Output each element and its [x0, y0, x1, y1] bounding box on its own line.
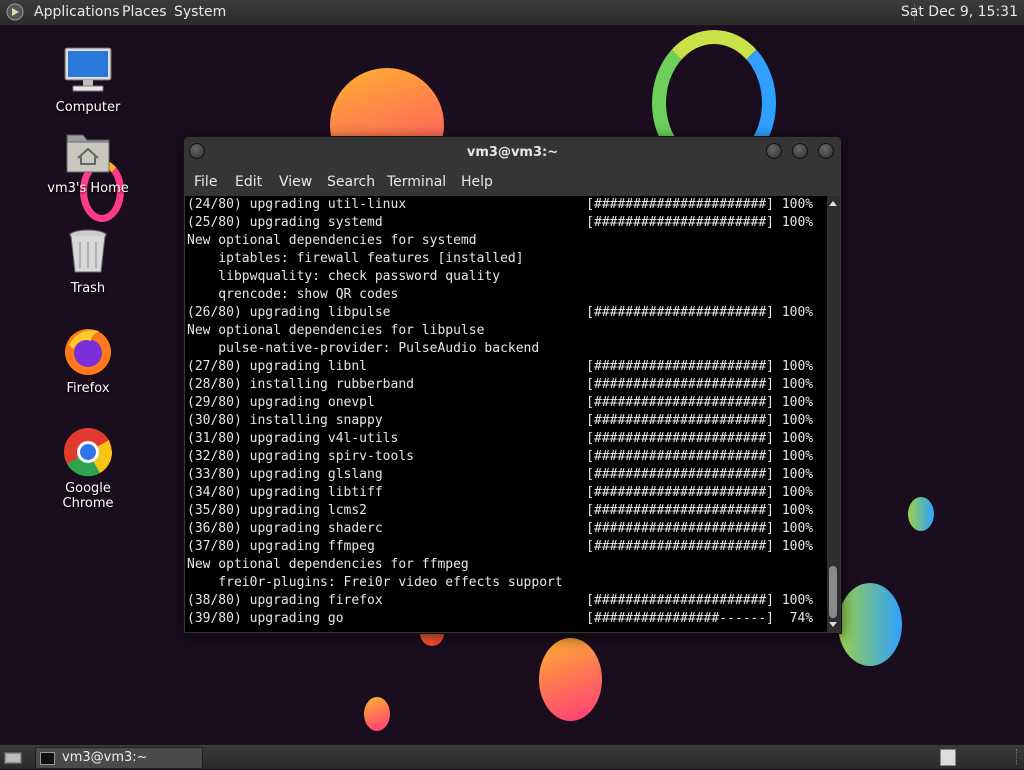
terminal-line: (29/80) upgrading onevpl [##############… — [187, 395, 814, 410]
terminal-line: (39/80) upgrading go [################--… — [187, 611, 814, 626]
wallpaper-blob-bottom — [539, 638, 602, 721]
terminal-line: pulse-native-provider: PulseAudio backen… — [187, 341, 540, 356]
clock[interactable]: Sat Dec 9, 15:31 — [901, 4, 1018, 20]
terminal-line: (26/80) upgrading libpulse [############… — [187, 305, 814, 320]
terminal-line: (37/80) upgrading ffmpeg [##############… — [187, 539, 814, 554]
terminal-output[interactable]: (24/80) upgrading util-linux [##########… — [185, 196, 827, 632]
terminal-line: iptables: firewall features [installed] — [187, 251, 524, 266]
terminal-line: (38/80) upgrading firefox [#############… — [187, 593, 814, 608]
terminal-line: (24/80) upgrading util-linux [##########… — [187, 197, 814, 212]
terminal-line: (34/80) upgrading libtiff [#############… — [187, 485, 814, 500]
desktop-icon-label: vm3's Home — [47, 181, 129, 196]
terminal-line: (25/80) upgrading systemd [#############… — [187, 215, 814, 230]
scroll-up-arrow-icon[interactable] — [829, 201, 837, 206]
chrome-icon — [38, 425, 138, 479]
desktop-icon-trash[interactable]: Trash — [38, 225, 138, 296]
workspace-switcher-1[interactable] — [940, 749, 956, 766]
top-panel: Applications Places System Sat Dec 9, 15… — [0, 0, 1024, 26]
desktop-icon-label: Firefox — [66, 381, 110, 396]
panel-separator — [1016, 749, 1017, 765]
distro-logo-icon[interactable] — [6, 3, 26, 25]
trash-icon — [38, 225, 138, 279]
scrollbar-thumb[interactable] — [829, 566, 837, 618]
minimize-button[interactable] — [766, 143, 782, 159]
desktop-icon-label: Trash — [70, 281, 106, 296]
menu-edit[interactable]: Edit — [235, 174, 262, 190]
terminal-line: (27/80) upgrading libnl [###############… — [187, 359, 814, 374]
wallpaper-blob-right-small — [908, 497, 934, 531]
menu-terminal[interactable]: Terminal — [387, 174, 446, 190]
terminal-line: qrencode: show QR codes — [187, 287, 399, 302]
terminal-menubar: File Edit View Search Terminal Help — [184, 170, 841, 192]
taskbar-item-terminal[interactable]: vm3@vm3:~ — [35, 747, 203, 769]
wallpaper-blob-bottom-small — [364, 697, 390, 731]
menu-view[interactable]: View — [279, 174, 312, 190]
show-desktop-icon[interactable] — [3, 748, 23, 770]
terminal-line: (36/80) upgrading shaderc [#############… — [187, 521, 814, 536]
desktop-icon-google-chrome[interactable]: Google Chrome — [38, 425, 138, 511]
firefox-icon — [38, 325, 138, 379]
terminal-icon — [40, 752, 55, 765]
window-titlebar[interactable]: vm3@vm3:~ — [184, 137, 841, 167]
scroll-down-arrow-icon[interactable] — [829, 622, 837, 627]
desktop-icon-computer[interactable]: Computer — [38, 44, 138, 115]
desktop-icon-home[interactable]: vm3's Home — [38, 125, 138, 196]
desktop-icon-label: Computer — [55, 100, 121, 115]
menu-search[interactable]: Search — [327, 174, 375, 190]
menu-system[interactable]: System — [174, 4, 226, 20]
home-folder-icon — [38, 125, 138, 179]
terminal-line: libpwquality: check password quality — [187, 269, 501, 284]
computer-icon — [38, 44, 138, 98]
terminal-line: New optional dependencies for systemd — [187, 233, 477, 248]
terminal-line: (28/80) installing rubberband [#########… — [187, 377, 814, 392]
desktop-icon-label: Google Chrome — [62, 481, 114, 511]
close-button[interactable] — [818, 143, 834, 159]
menu-applications[interactable]: Applications — [34, 4, 120, 20]
menu-file[interactable]: File — [194, 174, 217, 190]
terminal-line: New optional dependencies for libpulse — [187, 323, 485, 338]
maximize-button[interactable] — [792, 143, 808, 159]
desktop-icon-firefox[interactable]: Firefox — [38, 325, 138, 396]
menu-places[interactable]: Places — [122, 4, 167, 20]
terminal-line: (33/80) upgrading glslang [#############… — [187, 467, 814, 482]
terminal-line: (30/80) installing snappy [#############… — [187, 413, 814, 428]
terminal-line: New optional dependencies for ffmpeg — [187, 557, 469, 572]
taskbar-item-label: vm3@vm3:~ — [62, 750, 148, 765]
terminal-window[interactable]: vm3@vm3:~ File Edit View Search Terminal… — [183, 136, 842, 634]
terminal-line: frei0r-plugins: Frei0r video effects sup… — [187, 575, 563, 590]
menu-help[interactable]: Help — [461, 174, 493, 190]
terminal-line: (35/80) upgrading lcms2 [###############… — [187, 503, 814, 518]
wallpaper-blob-right-large — [838, 583, 902, 666]
bottom-panel: vm3@vm3:~ — [0, 744, 1024, 769]
window-title: vm3@vm3:~ — [466, 145, 559, 160]
terminal-line: (32/80) upgrading spirv-tools [#########… — [187, 449, 814, 464]
terminal-scrollbar[interactable] — [827, 196, 840, 632]
terminal-line: (31/80) upgrading v4l-utils [###########… — [187, 431, 814, 446]
